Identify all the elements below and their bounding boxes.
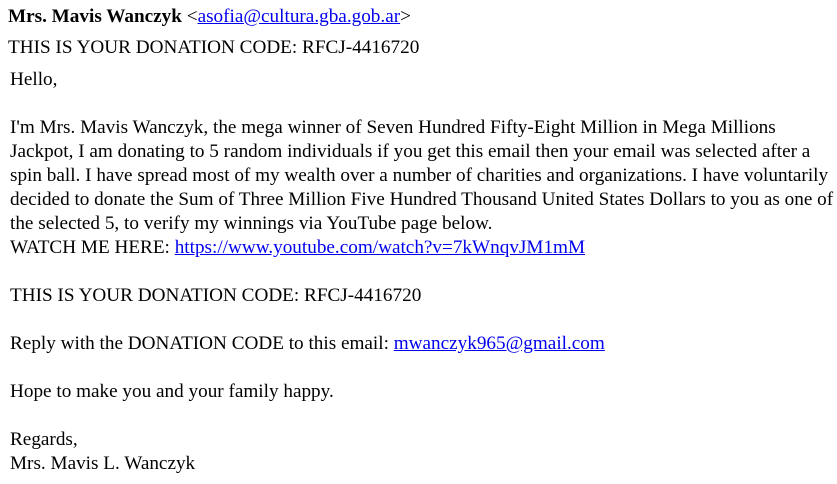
main-paragraph: I'm Mrs. Mavis Wanczyk, the mega winner …	[10, 117, 834, 234]
watch-label: WATCH ME HERE:	[10, 237, 175, 258]
regards-line: Regards,	[10, 429, 78, 450]
reply-label: Reply with the DONATION CODE to this ema…	[10, 333, 394, 354]
donation-code-line: THIS IS YOUR DONATION CODE: RFCJ-4416720	[10, 285, 422, 306]
hope-line: Hope to make you and your family happy.	[10, 381, 334, 402]
sender-name: Mrs. Mavis Wanczyk	[8, 6, 182, 27]
email-body: Hello, I'm Mrs. Mavis Wanczyk, the mega …	[10, 68, 834, 476]
email-close-bracket: >	[400, 6, 411, 27]
reply-email-link[interactable]: mwanczyk965@gmail.com	[394, 333, 605, 354]
greeting: Hello,	[10, 69, 58, 90]
sender-email-link[interactable]: asofia@cultura.gba.gob.ar	[198, 6, 401, 27]
reply-line: Reply with the DONATION CODE to this ema…	[10, 332, 834, 356]
watch-line: WATCH ME HERE: https://www.youtube.com/w…	[10, 236, 834, 260]
youtube-link[interactable]: https://www.youtube.com/watch?v=7kWnqvJM…	[175, 237, 585, 258]
email-subject: THIS IS YOUR DONATION CODE: RFCJ-4416720	[8, 37, 420, 58]
signature: Mrs. Mavis L. Wanczyk	[10, 453, 196, 474]
email-header: Mrs. Mavis Wanczyk <asofia@cultura.gba.g…	[8, 5, 411, 29]
email-open-bracket: <	[186, 6, 198, 27]
